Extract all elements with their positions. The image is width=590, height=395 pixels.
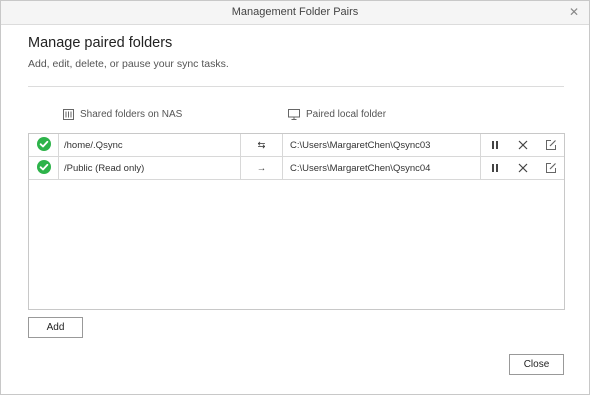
local-folder-cell: C:\Users\MargaretChen\Qsync04 (283, 157, 481, 179)
delete-icon[interactable] (517, 139, 529, 151)
edit-icon[interactable] (545, 139, 557, 151)
nas-folder-cell: /Public (Read only) (59, 157, 241, 179)
status-cell (29, 134, 59, 156)
status-cell (29, 157, 59, 179)
two-way-sync-icon: ⇆ (241, 134, 283, 156)
column-header-local-label: Paired local folder (306, 109, 387, 120)
add-button[interactable]: Add (28, 317, 83, 338)
edit-icon[interactable] (545, 162, 557, 174)
one-way-arrow-icon: → (241, 157, 283, 179)
table-row[interactable]: /Public (Read only) → C:\Users\MargaretC… (29, 157, 564, 180)
check-circle-icon (36, 159, 51, 177)
close-button[interactable]: Close (509, 354, 564, 375)
monitor-icon (288, 109, 300, 120)
pause-icon[interactable] (489, 139, 501, 151)
title-bar: Management Folder Pairs ✕ (1, 1, 589, 25)
window-title: Management Folder Pairs (231, 6, 359, 18)
page-subtitle: Add, edit, delete, or pause your sync ta… (28, 58, 229, 70)
divider (28, 86, 564, 87)
folder-pairs-table: /home/.Qsync ⇆ C:\Users\MargaretChen\Qsy… (28, 133, 565, 310)
pause-icon[interactable] (489, 162, 501, 174)
column-header-nas: Shared folders on NAS (63, 109, 182, 120)
dialog-window: Management Folder Pairs ✕ Manage paired … (0, 0, 590, 395)
page-title: Manage paired folders (28, 35, 173, 51)
check-circle-icon (36, 136, 51, 154)
local-folder-cell: C:\Users\MargaretChen\Qsync03 (283, 134, 481, 156)
column-header-local: Paired local folder (288, 109, 386, 120)
nas-folder-cell: /home/.Qsync (59, 134, 241, 156)
table-row[interactable]: /home/.Qsync ⇆ C:\Users\MargaretChen\Qsy… (29, 134, 564, 157)
nas-icon (63, 109, 74, 120)
column-header-nas-label: Shared folders on NAS (80, 109, 183, 120)
actions-cell (481, 157, 564, 179)
delete-icon[interactable] (517, 162, 529, 174)
close-icon[interactable]: ✕ (567, 5, 581, 19)
actions-cell (481, 134, 564, 156)
